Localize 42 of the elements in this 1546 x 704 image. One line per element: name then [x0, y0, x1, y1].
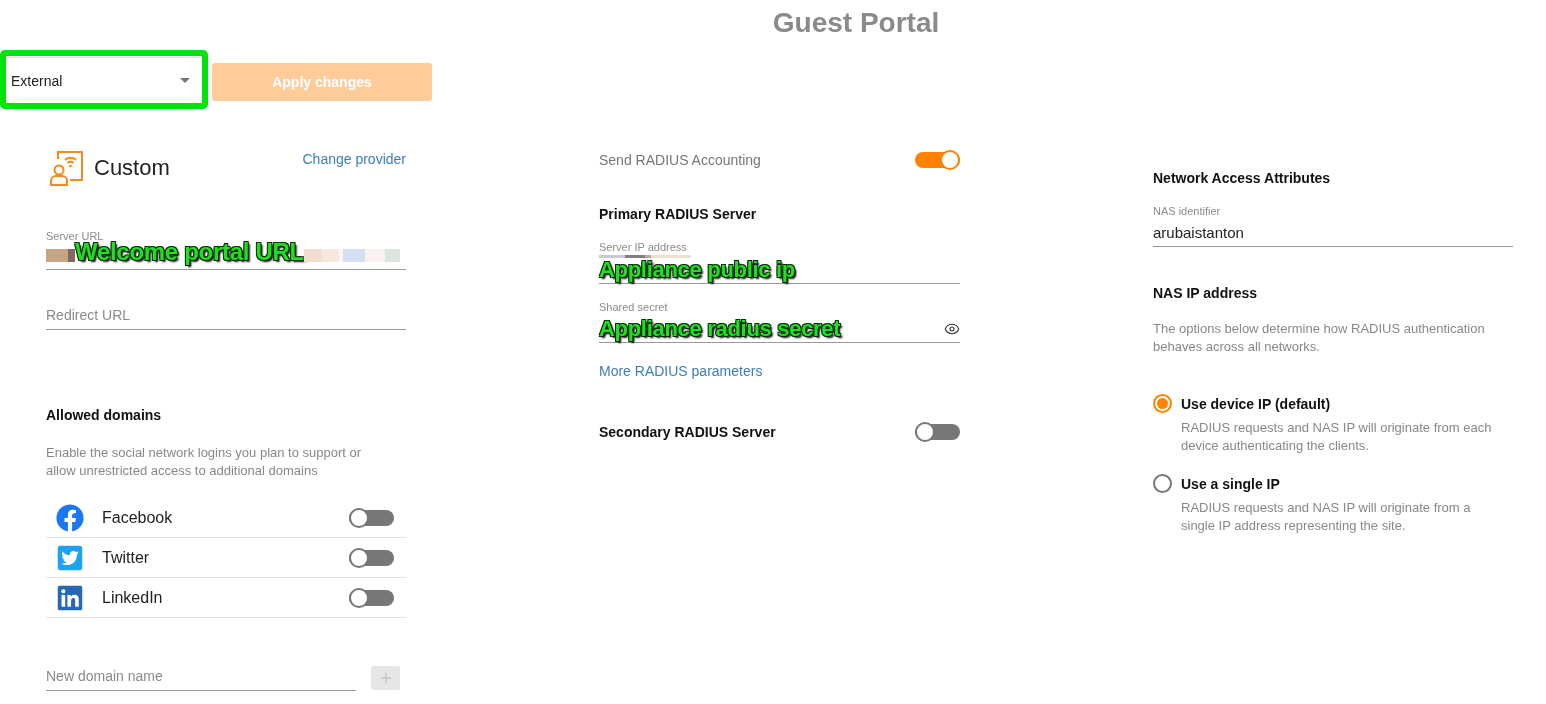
section-description: Enable the social network logins you plan to support or allow unrestricted access to additional domains	[46, 444, 363, 480]
annotation-label: Welcome portal URL	[75, 240, 304, 264]
facebook-icon	[56, 503, 84, 532]
nas-identifier-field[interactable]: arubaistanton	[1153, 218, 1513, 247]
option-label: Use device IP (default)	[1181, 395, 1331, 414]
linkedin-icon	[56, 583, 84, 612]
section-title: Secondary RADIUS Server	[599, 424, 776, 440]
section-title: Primary RADIUS Server	[599, 206, 757, 222]
redirect-url-field[interactable]: Redirect URL	[46, 301, 406, 330]
change-provider-link[interactable]: Change provider	[302, 151, 406, 167]
toggle-switch[interactable]	[349, 507, 394, 528]
toggle-switch[interactable]	[915, 422, 960, 442]
option-label: Use a single IP	[1181, 475, 1280, 494]
radio-button[interactable]	[1153, 474, 1172, 493]
domain-label: Facebook	[102, 508, 173, 527]
caret-icon	[180, 78, 190, 83]
domain-label: Twitter	[102, 548, 150, 567]
page-title: Guest Portal	[772, 5, 940, 40]
option-description: RADIUS requests and NAS IP will originate from a single IP address representing the site.	[1181, 499, 1472, 535]
field-label: Shared secret	[599, 300, 668, 314]
annotation-label: Appliance public ip	[599, 258, 795, 282]
twitter-bird-icon	[56, 543, 84, 572]
provider-name: Custom	[94, 154, 170, 182]
toggle-switch[interactable]	[915, 150, 960, 170]
section-title: Network Access Attributes	[1153, 170, 1331, 186]
field-label: NAS identifier	[1153, 204, 1221, 218]
annotation-label: Appliance radius secret	[599, 317, 841, 341]
option-description: RADIUS requests and NAS IP will originate from each device authenticating the clients.	[1181, 419, 1493, 455]
radio-button[interactable]	[1153, 394, 1172, 413]
person-wifi-icon	[50, 150, 84, 186]
field-label: Server URL	[46, 229, 104, 242]
toggle-switch[interactable]	[349, 587, 394, 608]
domain-label: LinkedIn	[102, 588, 163, 607]
new-domain-field[interactable]: New domain name	[46, 662, 356, 691]
toggle-switch[interactable]	[349, 547, 394, 568]
field-label: Server IP address	[599, 240, 687, 254]
setting-label: Send RADIUS Accounting	[599, 152, 761, 168]
section-title: NAS IP address	[1153, 285, 1257, 301]
eye-icon[interactable]	[944, 321, 960, 337]
section-title: Allowed domains	[46, 407, 162, 423]
section-description: The options below determine how RADIUS authentication behaves across all networks.	[1153, 320, 1486, 356]
more-radius-parameters-link[interactable]: More RADIUS parameters	[599, 363, 763, 379]
